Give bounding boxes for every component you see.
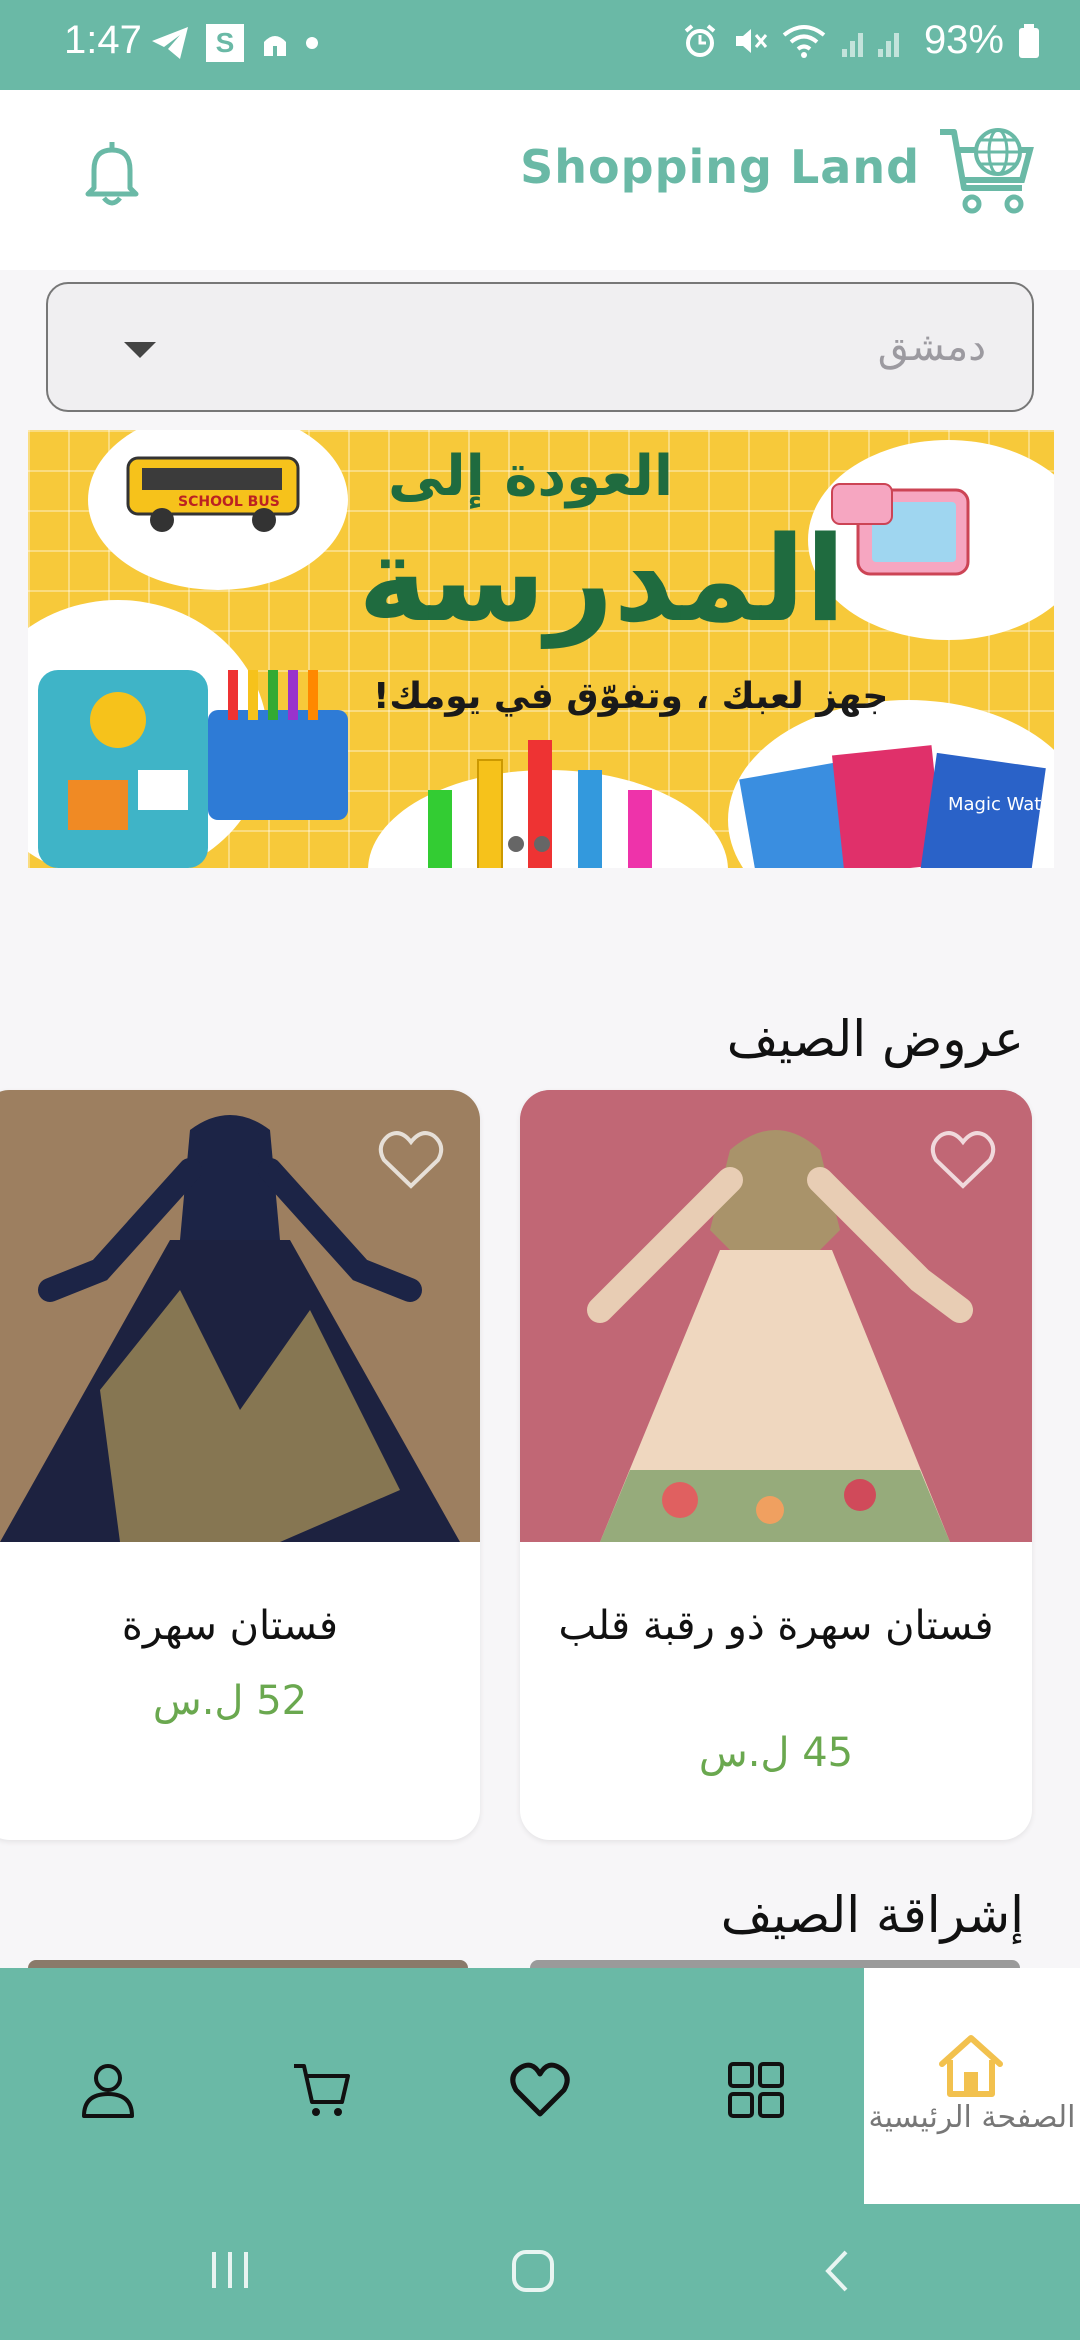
s-app-icon: S [206, 24, 244, 62]
section-title: إشراقة الصيف [720, 1886, 1024, 1944]
favorite-heart-icon[interactable] [378, 1130, 444, 1190]
banner-dot[interactable] [534, 836, 550, 852]
status-time: 1:47 [64, 18, 142, 62]
banner-headline-large: المدرسة [358, 510, 846, 648]
recent-apps-icon[interactable] [208, 2248, 252, 2292]
banner-pagination [508, 836, 550, 852]
magic-water-books-icon: Magic Water Book [739, 745, 1054, 868]
product-card[interactable]: فستان سهرة ذو رقبة قلب 45 ل.س [520, 1090, 1032, 1840]
status-notification-icons: S [150, 24, 318, 62]
product-name: فستان سهرة [121, 1603, 339, 1649]
dot-icon [306, 37, 318, 49]
nav-home-label: الصفحة الرئيسية [868, 2100, 1076, 2135]
favorite-heart-icon[interactable] [930, 1130, 996, 1190]
bus-label: SCHOOL BUS [178, 494, 280, 510]
status-system-icons: 93% [682, 18, 1040, 63]
crayons-icon [428, 740, 652, 868]
product-card-peek[interactable] [28, 1960, 468, 1968]
heart-icon[interactable] [510, 2060, 570, 2120]
back-icon[interactable] [820, 2248, 854, 2294]
product-price: 45 ل.س [698, 1730, 854, 1776]
dropdown-arrow-icon [124, 342, 156, 358]
city-select-value: دمشق [877, 324, 986, 370]
mute-icon [735, 28, 768, 53]
banner-headline-small: العودة إلى [388, 444, 674, 509]
alarm-icon [684, 23, 716, 57]
book-label: Magic Water Book [948, 794, 1054, 815]
battery-icon [1019, 23, 1039, 58]
product-card[interactable]: فستان سهرة 52 ل.س [0, 1090, 480, 1840]
product-card-peek[interactable] [530, 1960, 1020, 1968]
signal-icon [841, 32, 899, 57]
school-bus-icon: SCHOOL BUS [126, 456, 300, 532]
app-header: Shopping Land [0, 90, 1080, 270]
cart-globe-logo [940, 128, 1034, 214]
banner-subtitle: جهز لعبك ، وتفوّق في يومك! [373, 676, 889, 717]
grid-icon[interactable] [726, 2060, 786, 2120]
home-icon [939, 2035, 1003, 2097]
wifi-icon [782, 24, 826, 58]
mosque-icon [264, 36, 286, 56]
home-button-icon[interactable] [510, 2248, 556, 2294]
user-icon[interactable] [78, 2060, 138, 2120]
pencil-holder-icon [208, 670, 348, 820]
promo-banner[interactable]: SCHOOL BUS العودة إلى المدرسة جهز لعبك ،… [28, 430, 1054, 868]
section-title: عروض الصيف [726, 1010, 1024, 1068]
status-bar: 1:47 S 93% [0, 0, 1080, 90]
bottom-navigation: الصفحة الرئيسية [0, 1968, 1080, 2204]
brand-title: Shopping Land [520, 140, 920, 194]
product-name: فستان سهرة ذو رقبة قلب [558, 1603, 994, 1649]
city-select[interactable]: دمشق [46, 282, 1034, 412]
kids-tablet-icon [831, 483, 970, 576]
cart-icon[interactable] [292, 2060, 352, 2120]
product-price: 52 ل.س [152, 1678, 308, 1724]
system-navigation-bar [0, 2204, 1080, 2340]
telegram-icon [152, 27, 188, 59]
bell-icon[interactable] [80, 138, 144, 208]
banner-dot[interactable] [508, 836, 524, 852]
nav-home[interactable]: الصفحة الرئيسية [864, 1968, 1080, 2204]
battery-percent: 93% [923, 18, 1004, 62]
